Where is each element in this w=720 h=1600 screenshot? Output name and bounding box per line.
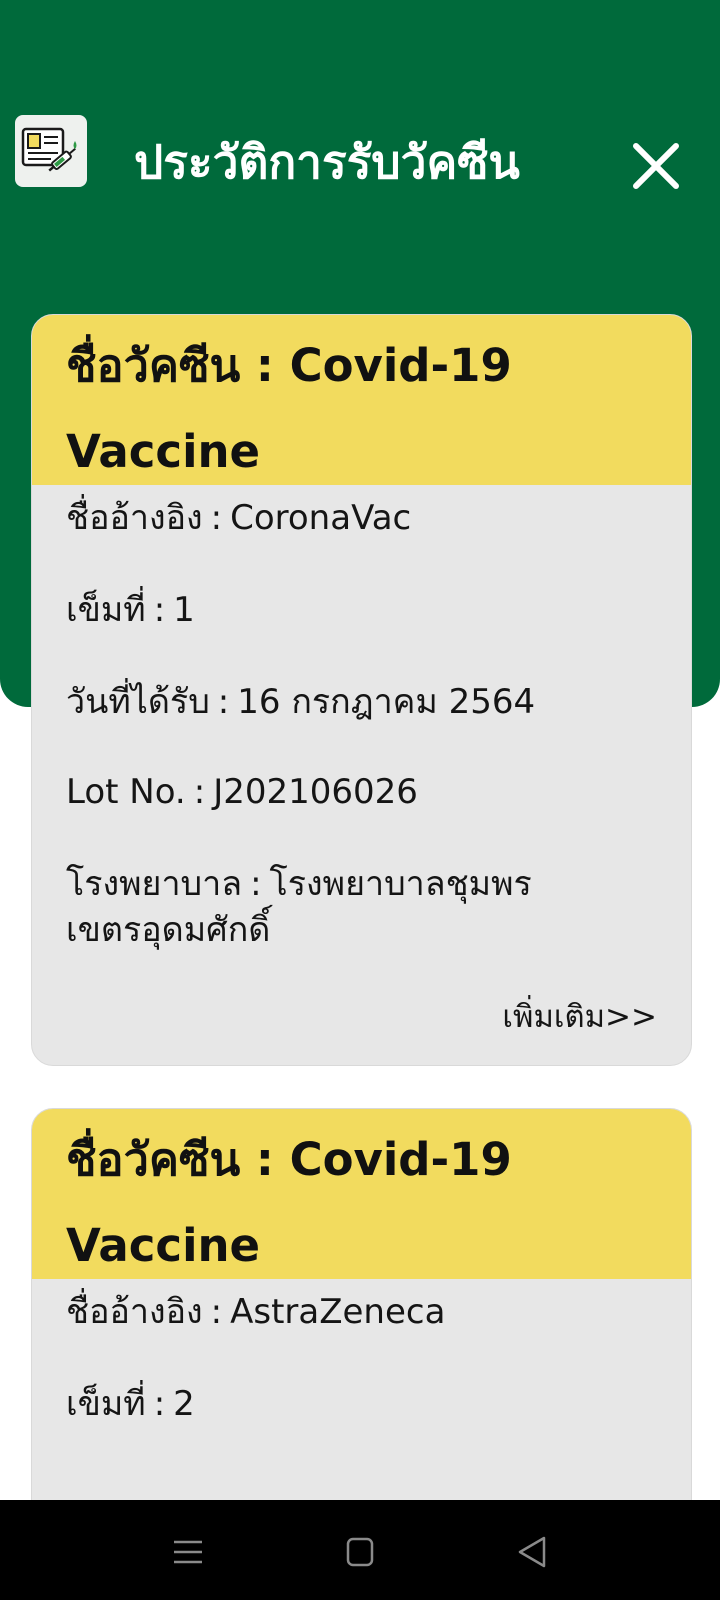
hospital-label: โรงพยาบาล — [66, 864, 243, 904]
back-button[interactable] — [510, 1530, 554, 1574]
dose-value: 2 — [173, 1384, 195, 1424]
card-header: ชื่อวัคซีน : Covid-19 Vaccine — [32, 315, 691, 485]
date-label: วันที่ได้รับ — [66, 682, 210, 722]
vaccine-name-title: ชื่อวัคซีน : Covid-19 Vaccine — [66, 1133, 512, 1272]
dose-row: เข็มที่:1 — [66, 590, 195, 630]
dose-row: เข็มที่:2 — [66, 1384, 195, 1424]
date-received-row: วันที่ได้รับ:16 กรกฎาคม 2564 — [66, 682, 536, 722]
card-header: ชื่อวัคซีน : Covid-19 Vaccine — [32, 1109, 691, 1279]
reference-name-row: ชื่ออ้างอิง: AstraZeneca — [66, 1292, 446, 1332]
menu-icon — [174, 1540, 202, 1564]
close-icon — [633, 143, 679, 189]
date-value: 16 กรกฎาคม 2564 — [237, 682, 536, 722]
vaccine-name-title: ชื่อวัคซีน : Covid-19 Vaccine — [66, 339, 512, 478]
more-details-link[interactable]: เพิ่มเติม>> — [502, 991, 657, 1041]
home-button[interactable] — [338, 1530, 382, 1574]
vaccine-record-card[interactable]: ชื่อวัคซีน : Covid-19 Vaccine ชื่ออ้างอิ… — [31, 1108, 692, 1530]
reference-label: ชื่ออ้างอิง — [66, 1292, 203, 1332]
dose-label: เข็มที่ — [66, 590, 146, 630]
reference-name-row: ชื่ออ้างอิง: CoronaVac — [66, 498, 412, 538]
reference-value: AstraZeneca — [230, 1292, 446, 1332]
home-square-icon — [346, 1537, 374, 1567]
system-navigation-bar — [0, 1500, 720, 1600]
card-body: ชื่ออ้างอิง: CoronaVac เข็มที่:1 วันที่ได… — [32, 485, 691, 953]
vaccine-record-card[interactable]: ชื่อวัคซีน : Covid-19 Vaccine ชื่ออ้างอิ… — [31, 314, 692, 1066]
back-triangle-icon — [518, 1536, 546, 1568]
dose-value: 1 — [173, 590, 195, 630]
dose-label: เข็มที่ — [66, 1384, 146, 1424]
reference-label: ชื่ออ้างอิง — [66, 498, 203, 538]
lot-value: J202106026 — [213, 772, 418, 812]
lot-label: Lot No. — [66, 772, 186, 812]
page-title: ประวัติการรับวัคซีน — [134, 135, 520, 189]
recent-apps-button[interactable] — [166, 1530, 210, 1574]
reference-value: CoronaVac — [230, 498, 412, 538]
lot-number-row: Lot No.: J202106026 — [66, 772, 418, 812]
close-button[interactable] — [626, 136, 686, 196]
vaccine-certificate-icon — [15, 115, 87, 187]
hospital-row: โรงพยาบาล: โรงพยาบาลชุมพรเขตรอุดมศักดิ์ — [66, 864, 532, 950]
card-body: ชื่ออ้างอิง: AstraZeneca เข็มที่:2 — [32, 1279, 691, 1427]
